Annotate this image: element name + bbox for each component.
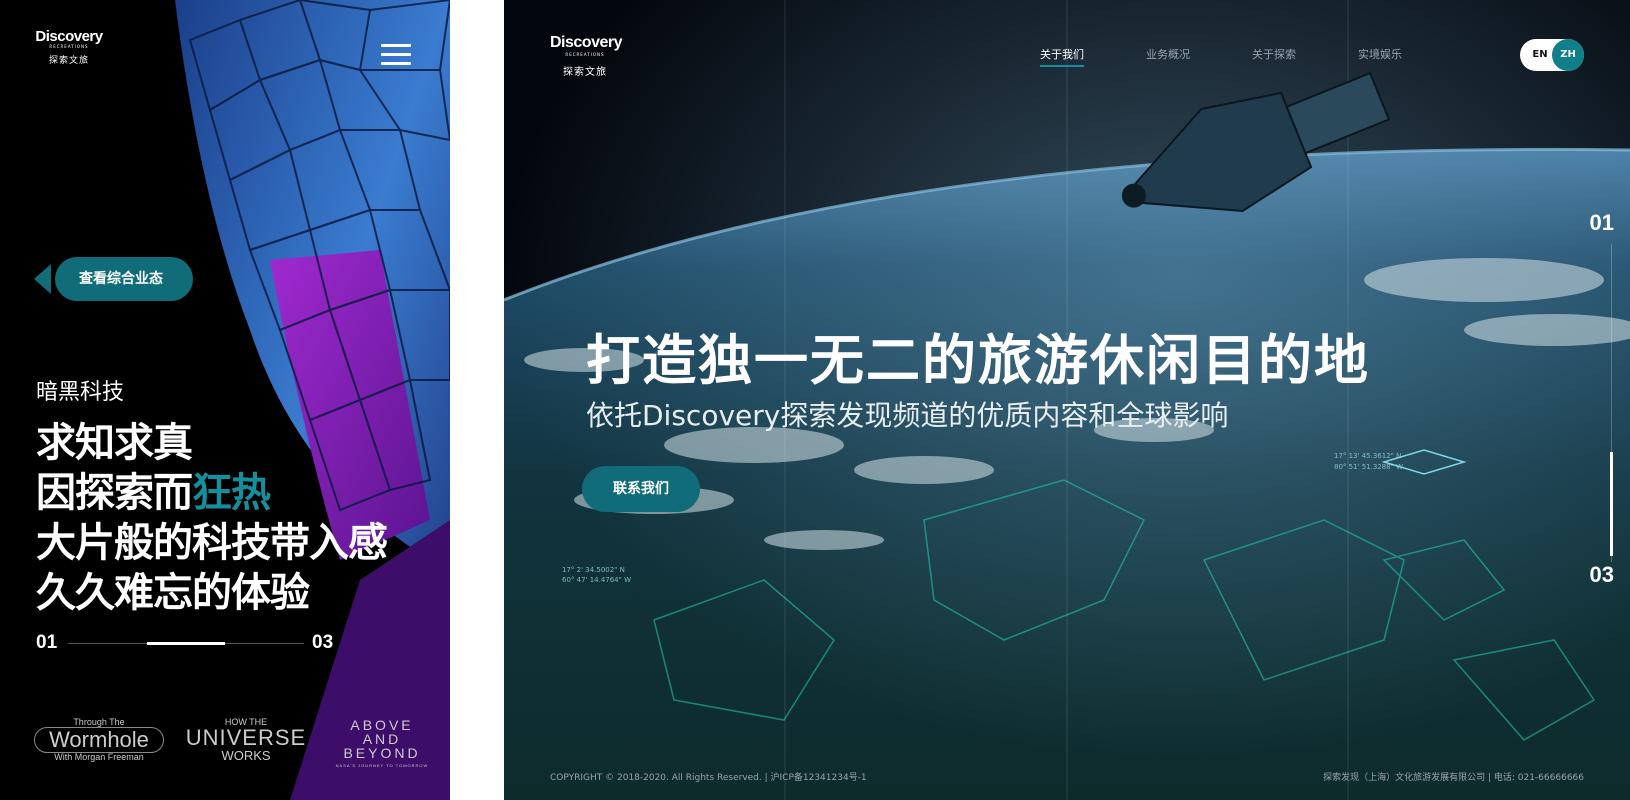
brand-wormhole-big: Wormhole <box>34 727 164 753</box>
brand-above-logo: ABOVE AND BEYOND NASA'S JOURNEY TO TOMOR… <box>330 718 434 768</box>
brand-universe-mid: UNIVERSE <box>185 725 307 750</box>
brand-above-tagline: NASA'S JOURNEY TO TOMORROW <box>335 763 429 768</box>
nav-immersive-entertainment[interactable]: 实境娱乐 <box>1358 46 1402 62</box>
pager-total: 03 <box>312 632 334 653</box>
main-nav: 关于我们 业务概况 关于探索 实境娱乐 <box>504 46 1630 70</box>
footer-company: 探索发现（上海）文化旅游发展有限公司 | 电话: 021-66666666 <box>1323 773 1584 783</box>
footer-copyright: COPYRIGHT © 2018-2020. All Rights Reserv… <box>550 773 867 783</box>
brand-wormhole-logo: Through The Wormhole With Morgan Freeman <box>34 718 164 762</box>
map-coord-1: 17° 13' 45.3612" N <box>1334 452 1401 460</box>
contact-us-button[interactable]: 联系我们 <box>582 466 700 512</box>
category-label: 暗黑科技 <box>36 380 125 405</box>
mobile-screen: Discovery RECREATIONS 探索文旅 查看综合业态 暗黑科技 求… <box>0 0 450 800</box>
mobile-slide-pager[interactable]: 01 03 <box>36 632 340 654</box>
nav-about-us[interactable]: 关于我们 <box>1040 46 1084 67</box>
brand-wormhole-sub: With Morgan Freeman <box>54 752 144 762</box>
partner-brands: Through The Wormhole With Morgan Freeman… <box>34 718 434 768</box>
headline-accent: 狂热 <box>192 470 271 516</box>
brand-universe-logo: HOW THE UNIVERSE WORKS <box>182 718 310 763</box>
headline-line-1: 求知求真 <box>36 420 193 466</box>
language-toggle[interactable]: EN ZH <box>1520 39 1584 71</box>
hero-subtitle: 依托Discovery探索发现频道的优质内容和全球影响 <box>586 399 1229 432</box>
brand-universe-bottom: WORKS <box>221 748 271 763</box>
headline-line-4: 久久难忘的体验 <box>36 570 310 616</box>
lang-zh-option[interactable]: ZH <box>1552 39 1584 71</box>
headline-line-2: 因探索而狂热 <box>36 468 387 518</box>
nav-about-discovery[interactable]: 关于探索 <box>1252 46 1296 62</box>
pager-total: 03 <box>1589 562 1614 587</box>
mobile-logo[interactable]: Discovery RECREATIONS 探索文旅 <box>34 28 104 66</box>
view-business-button[interactable]: 查看综合业态 <box>55 257 193 301</box>
pager-progress <box>1610 452 1613 556</box>
pager-progress <box>147 642 225 645</box>
nav-business-overview[interactable]: 业务概况 <box>1146 46 1190 62</box>
headline-line-3: 大片般的科技带入感 <box>36 520 388 566</box>
desktop-slide-pager[interactable]: 01 03 <box>1574 210 1614 590</box>
lang-en-option[interactable]: EN <box>1528 39 1552 71</box>
mobile-headline: 求知求真 因探索而狂热 大片般的科技带入感 久久难忘的体验 <box>36 418 388 618</box>
desktop-screen: 17° 13' 45.3612" N 80° 51' 51.3288" W 17… <box>504 0 1630 800</box>
menu-icon[interactable] <box>381 44 411 66</box>
map-coord-3: 17° 2' 34.5002" N <box>562 566 625 574</box>
pager-current: 01 <box>1589 210 1614 235</box>
headline-line-2-text: 因探索而 <box>36 470 193 516</box>
logo-cn: 探索文旅 <box>48 56 89 66</box>
arrow-left-icon <box>34 264 51 294</box>
brand-wormhole-small: Through The <box>73 717 125 727</box>
map-coord-2: 80° 51' 51.3288" W <box>1334 463 1403 471</box>
pager-current: 01 <box>36 632 58 653</box>
brand-above-line1: ABOVE AND <box>350 717 414 747</box>
view-business-cta[interactable]: 查看综合业态 <box>34 257 193 301</box>
brand-above-line2: BEYOND <box>343 745 421 761</box>
hero-title: 打造独一无二的旅游休闲目的地 <box>586 329 1370 392</box>
map-coord-4: 60° 47' 14.4764" W <box>562 576 631 584</box>
logo-wordmark: Discovery <box>35 28 103 45</box>
